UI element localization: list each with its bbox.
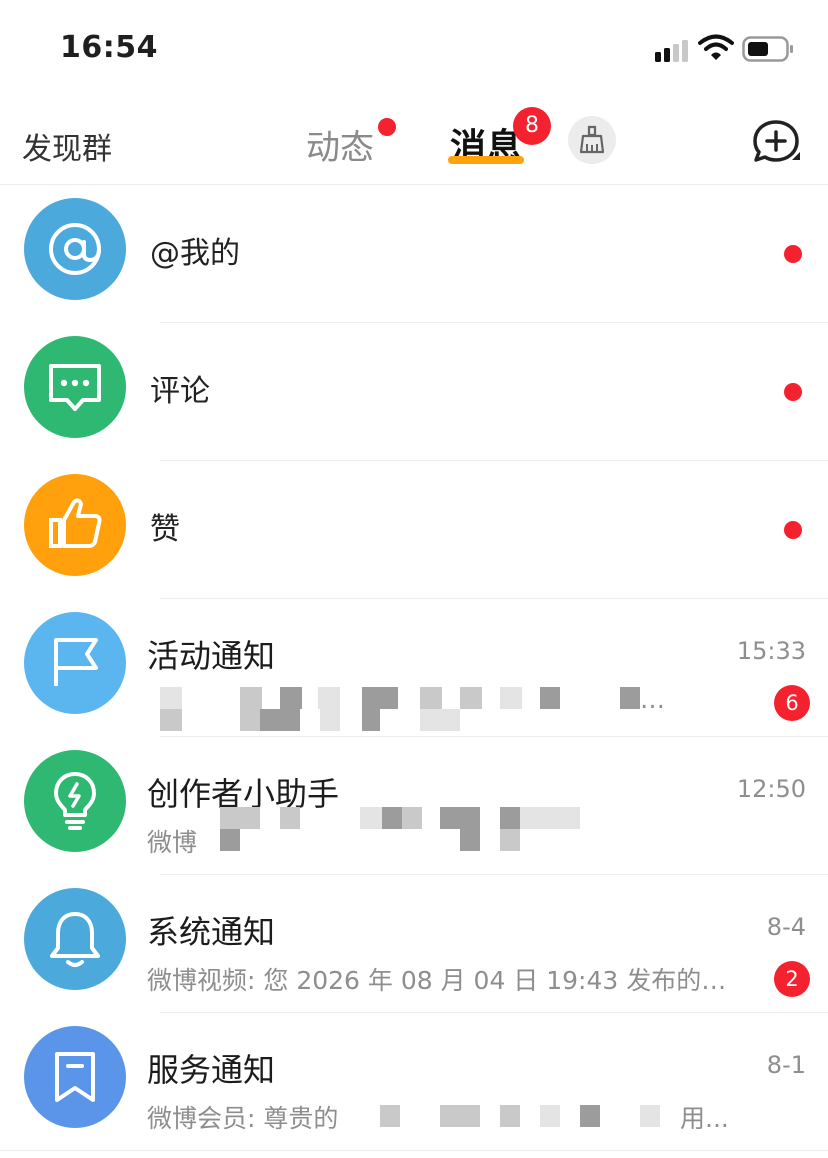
creator-assistant-preview: 微博: [147, 828, 198, 857]
divider: [0, 1150, 828, 1151]
list-item-activity-notice[interactable]: 活动通知 15:33 … 6: [0, 599, 828, 737]
at-icon: [24, 198, 126, 300]
activity-notice-count-badge: 6: [774, 685, 810, 721]
broom-icon[interactable]: [568, 116, 616, 164]
lightbulb-icon: [24, 750, 126, 852]
list-item-system-notice[interactable]: 系统通知 8-4 微博视频: 您 2026 年 08 月 04 日 19:43 …: [0, 875, 828, 1013]
unread-dot: [784, 245, 802, 263]
system-notice-title: 系统通知: [147, 913, 276, 951]
service-notice-preview-tail: 用...: [680, 1104, 729, 1133]
system-notice-time: 8-4: [766, 913, 806, 941]
service-notice-time: 8-1: [766, 1051, 806, 1079]
creator-assistant-time: 12:50: [736, 775, 806, 803]
list-item-creator-assistant[interactable]: 创作者小助手 12:50 微博: [0, 737, 828, 875]
list-item-service-notice[interactable]: 服务通知 8-1 微博会员: 尊贵的 用...: [0, 1013, 828, 1151]
thumb-up-icon: [24, 474, 126, 576]
service-notice-preview: 微博会员: 尊贵的: [147, 1104, 339, 1133]
unread-dot: [784, 521, 802, 539]
battery-icon: [742, 36, 794, 62]
comment-icon: [24, 336, 126, 438]
signal-icon: [655, 40, 689, 62]
mentions-label: @我的: [150, 236, 240, 271]
unread-dot: [784, 383, 802, 401]
dongtai-unread-dot: [378, 118, 396, 136]
wifi-icon: [698, 34, 734, 62]
activity-notice-time: 15:33: [736, 637, 806, 665]
status-time: 16:54: [60, 30, 158, 65]
system-notice-preview: 微博视频: 您 2026 年 08 月 04 日 19:43 发布的…: [147, 966, 727, 995]
system-notice-count-badge: 2: [774, 961, 810, 997]
service-notice-title: 服务通知: [147, 1051, 276, 1089]
top-nav: 发现群 动态 消息 8: [0, 96, 828, 185]
status-bar: 16:54: [0, 0, 828, 96]
activity-notice-preview: …: [640, 685, 665, 714]
flag-icon: [24, 612, 126, 714]
active-tab-indicator: [448, 156, 524, 164]
likes-label: 赞: [150, 512, 180, 547]
bell-icon: [24, 888, 126, 990]
discover-groups-button[interactable]: 发现群: [22, 124, 112, 168]
activity-notice-title: 活动通知: [147, 637, 276, 675]
add-chat-icon[interactable]: [752, 118, 804, 166]
comments-label: 评论: [150, 374, 210, 409]
list-item-comments[interactable]: 评论: [0, 323, 828, 461]
bookmark-icon: [24, 1026, 126, 1128]
list-item-mentions[interactable]: @我的: [0, 185, 828, 323]
messages-badge: 8: [513, 107, 551, 145]
tab-dongtai[interactable]: 动态: [306, 120, 374, 169]
list-item-likes[interactable]: 赞: [0, 461, 828, 599]
